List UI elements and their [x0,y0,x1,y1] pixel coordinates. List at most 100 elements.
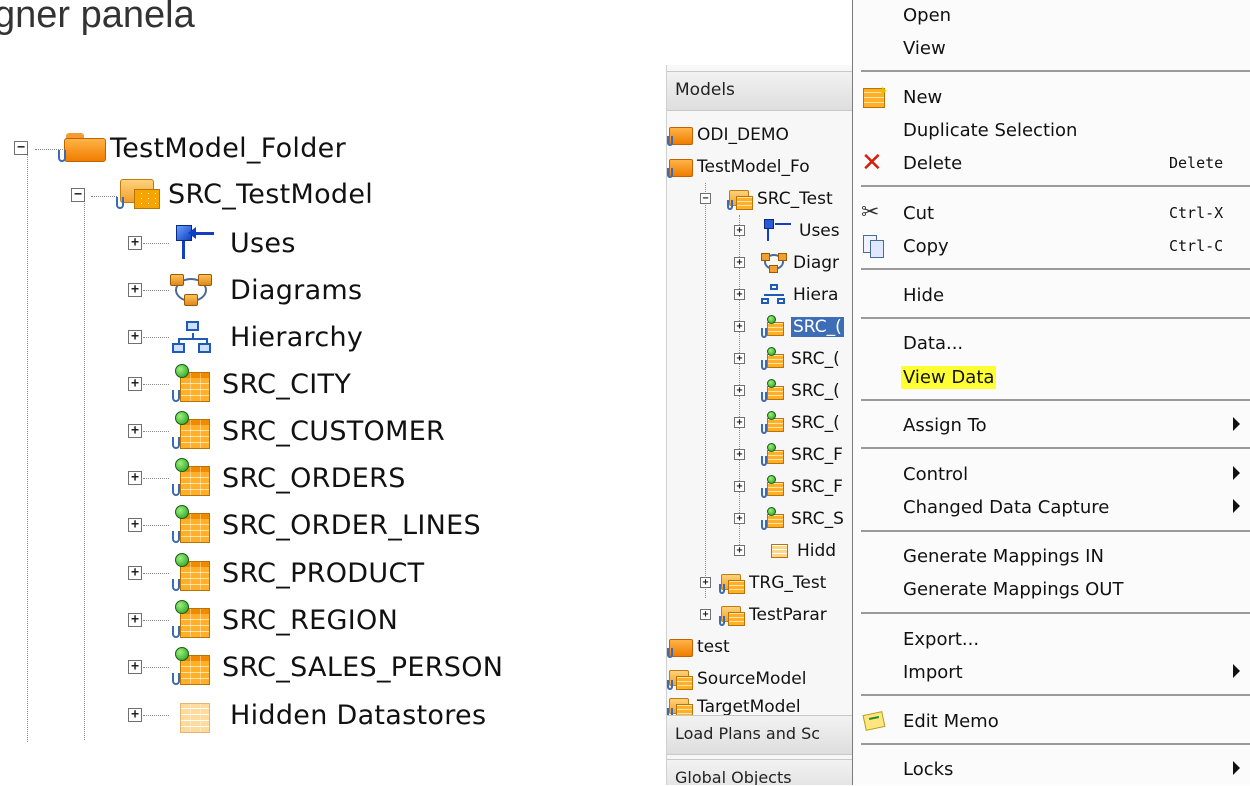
tree-node-datastore[interactable]: SRC_PRODUCT [172,551,424,595]
collapse-toggle[interactable]: − [14,141,28,155]
menu-item-cut[interactable]: ✂ Cut Ctrl-X [853,196,1250,230]
tree-node-datastore[interactable]: SRC_SALES_PERSON [172,645,503,689]
expand-toggle[interactable]: + [128,660,142,674]
expand-toggle[interactable]: + [734,481,745,492]
menu-separator [861,447,1250,449]
load-plans-tab[interactable]: Load Plans and Sc [667,715,854,755]
tree-node-datastore[interactable]: SRC_( [761,407,840,439]
tree-node-odi-demo[interactable]: ODI_DEMO [667,119,789,151]
tree-node-datastore[interactable]: SRC_REGION [172,598,398,642]
expand-toggle[interactable]: + [700,609,711,620]
expand-toggle[interactable]: + [128,566,142,580]
tree-node-datastore[interactable]: SRC_( [761,343,840,375]
menu-item-import[interactable]: Import [853,655,1250,689]
menu-item-export[interactable]: Export... [853,622,1250,656]
expand-toggle[interactable]: + [128,377,142,391]
global-objects-tab[interactable]: Global Objects [667,759,854,785]
expand-toggle[interactable]: + [128,708,142,722]
tree-node-hidden-datastores[interactable]: Hidd [761,535,836,567]
datastore-icon [761,442,789,468]
tree-node-datastore[interactable]: SRC_F [761,439,843,471]
tree-line [143,620,169,621]
tree-line [705,183,706,598]
collapse-toggle[interactable]: − [71,188,85,202]
menu-item-control[interactable]: Control [853,457,1250,491]
tree-node-datastore[interactable]: SRC_ORDERS [172,456,406,500]
expand-toggle[interactable]: + [734,545,745,556]
tree-node-datastore[interactable]: SRC_( [761,375,840,407]
expand-toggle[interactable]: + [128,236,142,250]
expand-toggle[interactable]: + [734,321,745,332]
datastore-icon [761,506,789,532]
tree-node-datastore[interactable]: SRC_F [761,471,843,503]
expand-toggle[interactable]: + [128,518,142,532]
expand-toggle[interactable]: + [700,577,711,588]
tree-node-datastore[interactable]: SRC_CITY [172,362,351,406]
menu-item-assign-to[interactable]: Assign To [853,408,1250,442]
expand-toggle[interactable]: + [734,289,745,300]
menu-item-generate-mappings-out[interactable]: Generate Mappings OUT [853,572,1250,606]
menu-item-hide[interactable]: Hide [853,278,1250,312]
menu-item-delete[interactable]: ✕ Delete Delete [853,146,1250,180]
tree-node-uses[interactable]: Uses [170,221,296,265]
expand-toggle[interactable]: + [734,513,745,524]
datastore-icon [172,458,212,498]
menu-item-generate-mappings-in[interactable]: Generate Mappings IN [853,539,1250,573]
tree-node-hierarchy[interactable]: Hiera [761,279,838,311]
tree-line [143,384,169,385]
expand-toggle[interactable]: + [128,613,142,627]
submenu-arrow-icon [1233,417,1240,431]
menu-item-data[interactable]: Data... [853,326,1250,360]
tree-node-test[interactable]: test [667,631,730,663]
model-icon [719,602,747,628]
collapse-toggle[interactable]: − [700,193,711,204]
tree-line [143,715,169,716]
tree-node-uses[interactable]: Uses [761,215,840,247]
tree-node-diagrams[interactable]: Diagr [761,247,839,279]
model-icon [116,177,164,211]
tree-node-datastore[interactable]: SRC_S [761,503,844,535]
expand-toggle[interactable]: + [734,417,745,428]
datastore-icon [761,346,789,372]
folder-icon [667,154,695,180]
tree-line [143,525,169,526]
tree-node-datastore[interactable]: SRC_CUSTOMER [172,409,445,453]
menu-item-copy[interactable]: Copy Ctrl-C [853,229,1250,263]
expand-toggle[interactable]: + [128,283,142,297]
tree-node-testmodel-folder[interactable]: TestModel_Fo [667,151,810,183]
menu-item-edit-memo[interactable]: Edit Memo [853,704,1250,738]
menu-item-view[interactable]: View [853,31,1250,65]
expand-toggle[interactable]: + [734,225,745,236]
expand-toggle[interactable]: + [734,353,745,364]
expand-toggle[interactable]: + [128,424,142,438]
tree-node-datastore[interactable]: SRC_ORDER_LINES [172,503,481,547]
tree-node-src-testmodel[interactable]: SRC_Test [727,183,833,215]
tree-line [27,152,28,742]
expand-toggle[interactable]: + [128,330,142,344]
datastore-icon [761,314,789,340]
uses-icon [761,218,797,244]
tree-node-trg-testmodel[interactable]: TRG_Test [719,567,826,599]
tree-node-hidden-datastores[interactable]: Hidden Datastores [172,693,486,737]
menu-item-view-data[interactable]: View Data [853,360,1250,394]
expand-toggle[interactable]: + [734,385,745,396]
datastore-icon [761,378,789,404]
menu-item-open[interactable]: Open [853,0,1250,32]
tree-node-testparam[interactable]: TestParar [719,599,827,631]
tree-node-hierarchy[interactable]: Hierarchy [170,315,363,359]
tree-node-root[interactable]: TestModel_Folder [58,126,346,170]
expand-toggle[interactable]: + [128,471,142,485]
expand-toggle[interactable]: + [734,449,745,460]
tree-line [91,196,117,197]
models-header[interactable]: Models [667,71,854,111]
models-panel: Models ODI_DEMO TestModel_Fo − SRC_Test … [666,65,854,785]
menu-item-locks[interactable]: Locks [853,752,1250,786]
expand-toggle[interactable]: + [734,257,745,268]
menu-item-duplicate-selection[interactable]: Duplicate Selection [853,113,1250,147]
tree-node-datastore-selected[interactable]: SRC_( [761,311,844,343]
tree-node-diagrams[interactable]: Diagrams [170,268,362,312]
menu-item-new[interactable]: ✦ New [853,80,1250,114]
new-icon: ✦ [861,84,889,110]
menu-item-changed-data-capture[interactable]: Changed Data Capture [853,490,1250,524]
tree-node-model[interactable]: SRC_TestModel [116,172,373,216]
